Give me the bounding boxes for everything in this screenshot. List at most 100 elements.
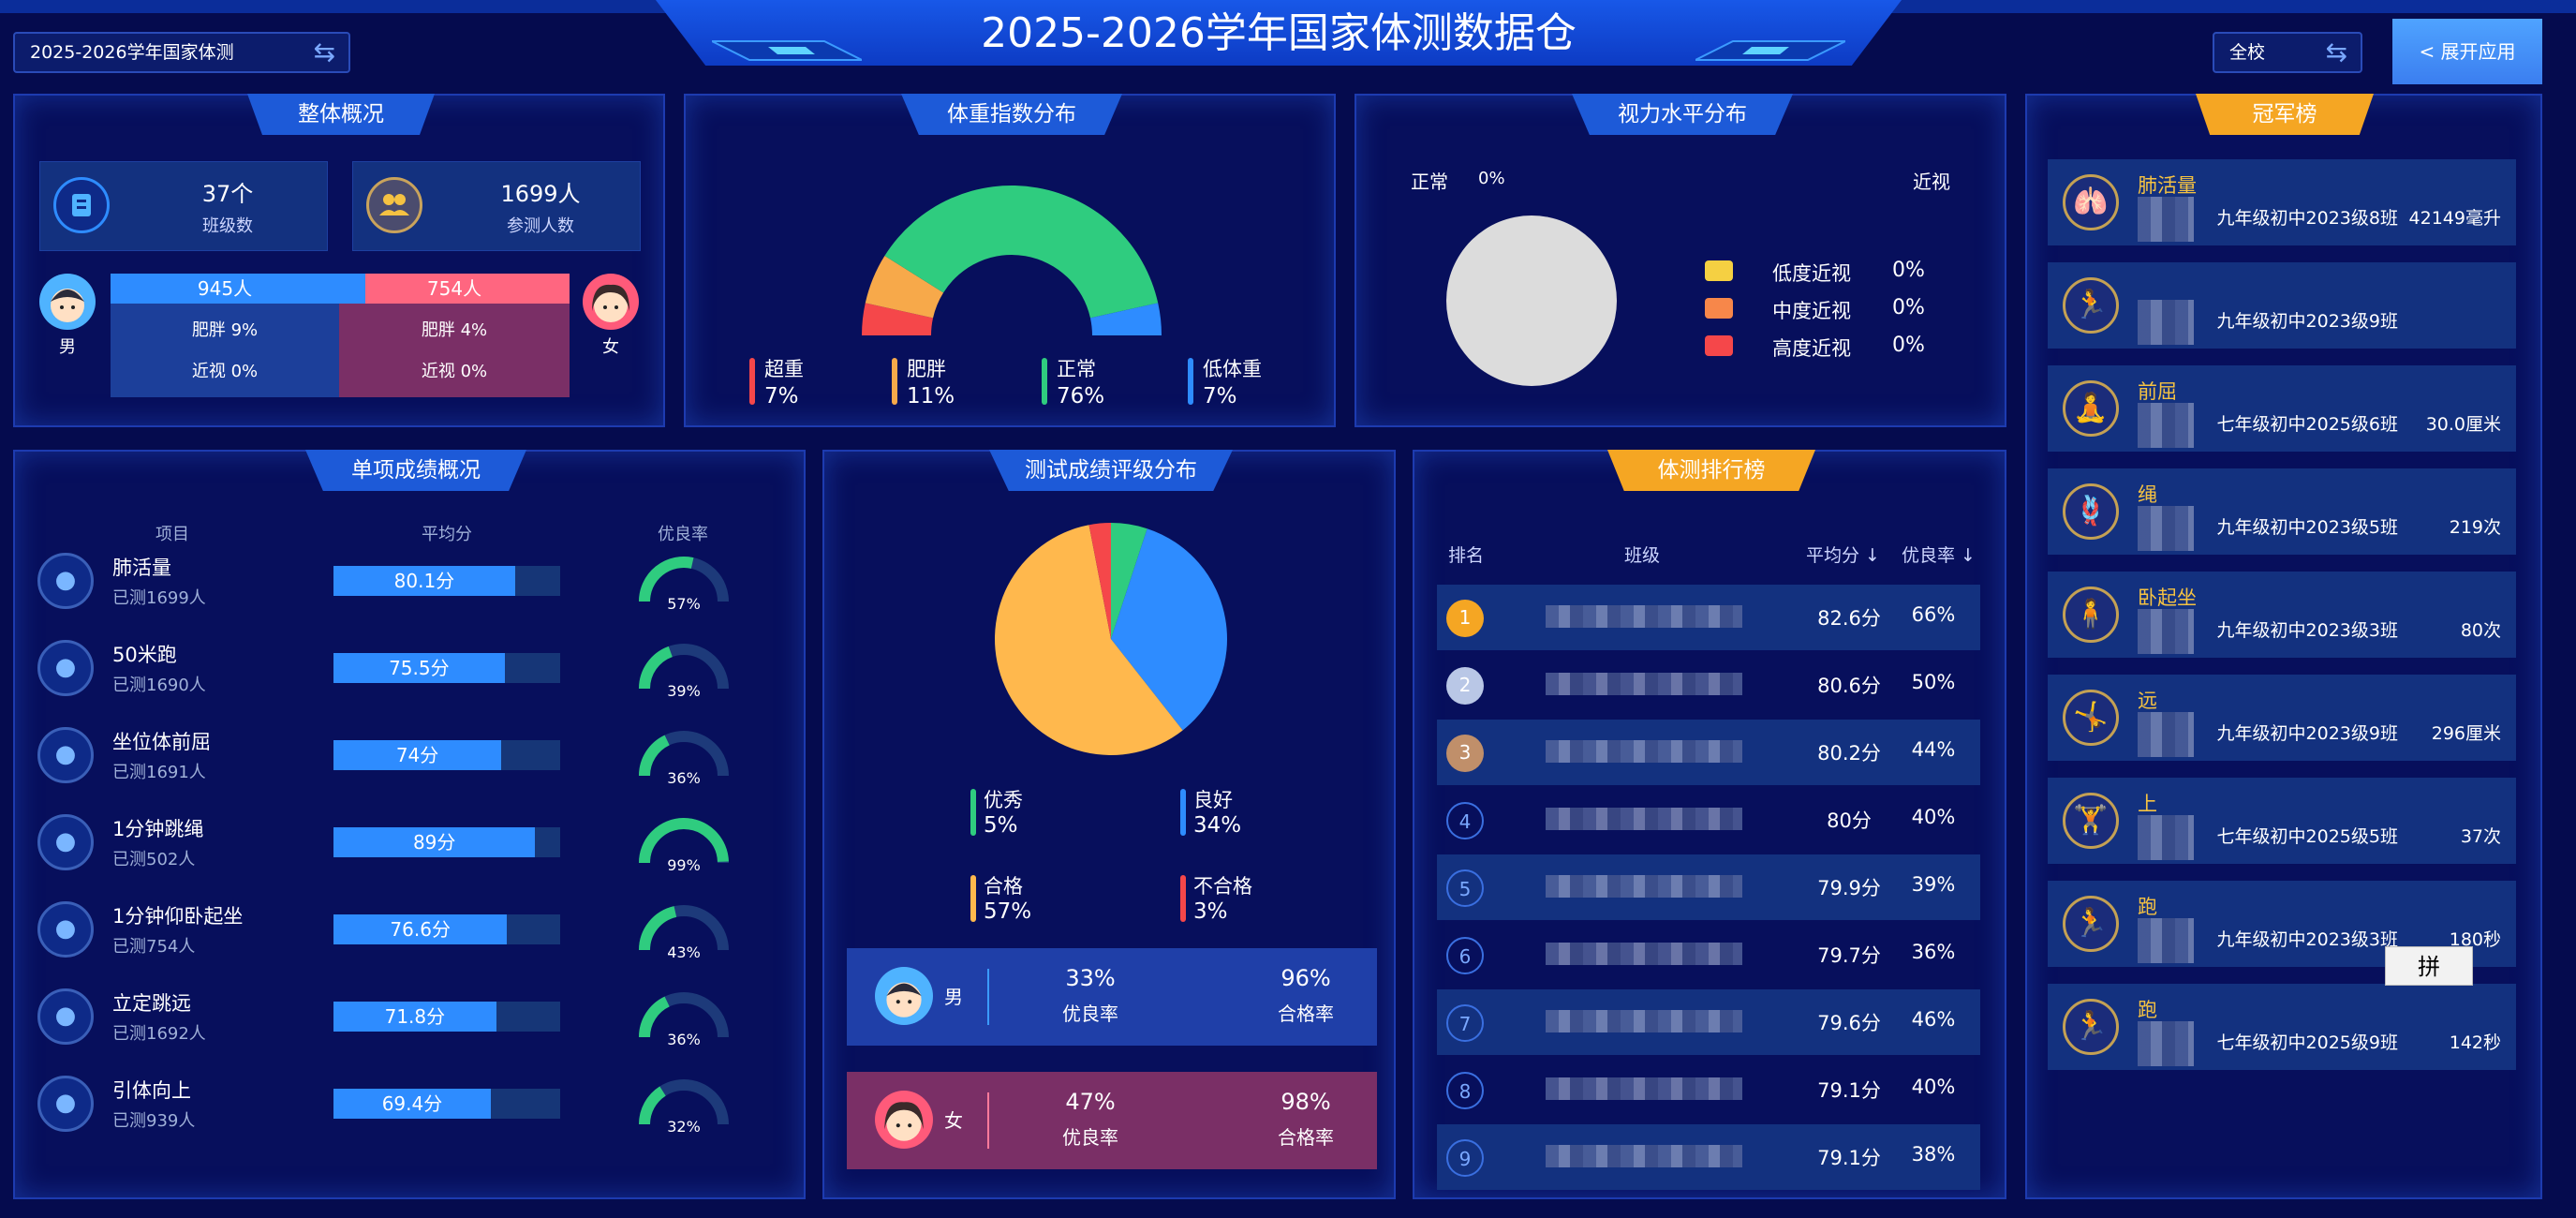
mosaic-redaction [2138, 197, 2194, 242]
single-item-name: 1分钟仰卧起坐 [112, 905, 244, 928]
bmi-legend-pct: 7% [1203, 384, 1237, 408]
female-stats: 肥胖 4% 近视 0% [339, 304, 570, 397]
gauge-label: 32% [667, 1118, 701, 1136]
champion-row[interactable]: 🫁 肺活量 九年级初中2023级8班 42149毫升 [2048, 159, 2516, 245]
col-avg: 平均分 [422, 525, 472, 544]
champion-item-name: 前屈 [2138, 380, 2177, 403]
participants-label: 参测人数 [507, 216, 574, 236]
rank-rate: 50% [1911, 671, 1956, 693]
grade-dist-title: 测试成绩评级分布 [989, 450, 1233, 491]
male-myopia: 近视 0% [191, 362, 259, 381]
jump-icon: ● [37, 988, 94, 1045]
champion-value: 219次 [2449, 517, 2501, 538]
male-obese: 肥胖 9% [191, 320, 259, 340]
pullup-icon: ● [37, 1076, 94, 1132]
bmi-panel: 体重指数分布 超重 7% 肥胖 11% 正常 76% 低体重 7% [684, 94, 1336, 427]
single-item-tested: 已测1690人 [112, 676, 206, 695]
female-myopia: 近视 0% [421, 362, 488, 381]
ranking-row[interactable]: 6 79.7分 36% [1437, 922, 1980, 988]
rank-rate: 36% [1911, 941, 1956, 963]
gauge-label: 43% [667, 943, 701, 961]
col-avg-sortable[interactable]: 平均分 ↓ [1806, 542, 1880, 567]
situp-icon: 🧍 [2063, 587, 2119, 643]
champion-row[interactable]: 🤸 远九年级初中2023级9班 296厘米 [2048, 675, 2516, 761]
champion-row[interactable]: 🏃 九年级初中2023级9班 [2048, 262, 2516, 349]
mosaic-redaction [2138, 300, 2194, 345]
champion-class: 九年级初中2023级8班 42149毫升 [2217, 204, 2501, 230]
vision-normal-pct: 0% [1478, 169, 1505, 188]
sprint-icon: ● [37, 640, 94, 696]
scope-select[interactable]: 全校 ⇆ [2213, 32, 2362, 73]
class-count-label: 班级数 [202, 216, 253, 236]
champion-row[interactable]: 🏋 上七年级初中2025级5班 37次 [2048, 778, 2516, 864]
gauge-label: 36% [667, 1031, 701, 1048]
ranking-row[interactable]: 9 79.1分 38% [1437, 1124, 1980, 1190]
champion-row[interactable]: 🪢 绳九年级初中2023级5班 219次 [2048, 468, 2516, 555]
single-item-tested: 已测754人 [112, 937, 196, 957]
rate-gauge: 99% [639, 818, 729, 874]
champion-class-name: 九年级初中2023级3班 [2216, 620, 2398, 641]
champion-row[interactable]: 🏃 跑七年级初中2025级9班 142秒 [2048, 984, 2516, 1070]
expand-apps-button[interactable]: < 展开应用 [2392, 19, 2542, 84]
rank-badge: 7 [1446, 1004, 1484, 1042]
ranking-title: 体测排行榜 [1607, 450, 1815, 491]
champion-class: 九年级初中2023级9班 296厘米 [2217, 720, 2501, 745]
sort-down-icon[interactable]: ↓ [1859, 545, 1880, 566]
single-item-name: 50米跑 [112, 644, 177, 666]
swap-icon[interactable]: ⇆ [2326, 34, 2347, 71]
grade-legend-pct: 5% [984, 813, 1018, 838]
female-avatar [875, 1091, 933, 1149]
sort-down-icon[interactable]: ↓ [1955, 545, 1976, 566]
champion-row[interactable]: 🧘 前屈 七年级初中2025级6班 30.0厘米 [2048, 365, 2516, 452]
ranking-row[interactable]: 4 80分 40% [1437, 787, 1980, 853]
champion-class: 九年级初中2023级3班 80次 [2217, 616, 2501, 642]
ranking-row[interactable]: 3 80.2分 44% [1437, 720, 1980, 785]
single-item-name: 立定跳远 [112, 992, 191, 1015]
col-rate-label: 优良率 [1902, 545, 1956, 566]
col-rate-sortable[interactable]: 优良率 ↓ [1902, 542, 1976, 567]
avg-bar-label: 74分 [395, 744, 439, 766]
year-select[interactable]: 2025-2026学年国家体测 ⇆ [13, 32, 350, 73]
champion-item-name: 跑 [2138, 999, 2157, 1021]
grade-legend-swatch [1180, 789, 1186, 836]
class-name-redacted [1546, 875, 1742, 898]
female-grade-card: 女 47% 优良率 98% 合格率 [847, 1072, 1377, 1169]
ranking-row[interactable]: 8 79.1分 40% [1437, 1057, 1980, 1122]
rank-badge: 4 [1446, 802, 1484, 839]
male-stats: 肥胖 9% 近视 0% [111, 304, 339, 397]
rank-rate: 39% [1911, 873, 1956, 896]
rate-gauge: 39% [639, 644, 729, 700]
swap-icon[interactable]: ⇆ [314, 34, 335, 71]
single-item-tested: 已测502人 [112, 850, 196, 869]
ime-indicator[interactable]: 拼 [2385, 946, 2473, 986]
champion-row[interactable]: 🧍 卧起坐 九年级初中2023级3班 80次 [2048, 572, 2516, 658]
ranking-row[interactable]: 2 80.6分 50% [1437, 652, 1980, 718]
year-select-value: 2025-2026学年国家体测 [30, 42, 234, 63]
ranking-row[interactable]: 7 79.6分 46% [1437, 989, 1980, 1055]
bmi-legend-name: 肥胖 [907, 358, 946, 380]
rate-gauge: 36% [639, 992, 729, 1048]
grade-dist-panel: 测试成绩评级分布 男 33% 优良率 96% 合格率 女 47% 优良率 98%… [822, 450, 1396, 1199]
rank-rate: 66% [1911, 603, 1956, 626]
grade-legend-pct: 34% [1193, 813, 1242, 838]
class-name-redacted [1546, 943, 1742, 965]
male-good-rate: 33% [1065, 965, 1116, 991]
female-pass-rate: 98% [1281, 1089, 1331, 1115]
rank-badge: 1 [1446, 600, 1484, 637]
champion-class: 九年级初中2023级5班 219次 [2217, 513, 2501, 539]
bmi-legend-pct: 7% [764, 384, 799, 408]
vision-title: 视力水平分布 [1572, 94, 1793, 135]
vision-legend-pct: 0% [1892, 334, 1925, 357]
vision-legend-pct: 0% [1892, 296, 1925, 319]
single-item-tested: 已测939人 [112, 1111, 196, 1131]
single-item-name: 坐位体前屈 [112, 731, 211, 753]
grade-legend-swatch [970, 789, 976, 836]
ranking-row[interactable]: 1 82.6分 66% [1437, 585, 1980, 650]
champion-item-name: 卧起坐 [2138, 587, 2197, 609]
jump-icon: 🤸 [2063, 690, 2119, 746]
ranking-row[interactable]: 5 79.9分 39% [1437, 854, 1980, 920]
avg-bar-label: 75.5分 [389, 657, 450, 679]
avg-bar-label: 89分 [412, 831, 456, 854]
avg-bar-label: 80.1分 [393, 570, 455, 592]
overview-title: 整体概况 [247, 94, 435, 135]
